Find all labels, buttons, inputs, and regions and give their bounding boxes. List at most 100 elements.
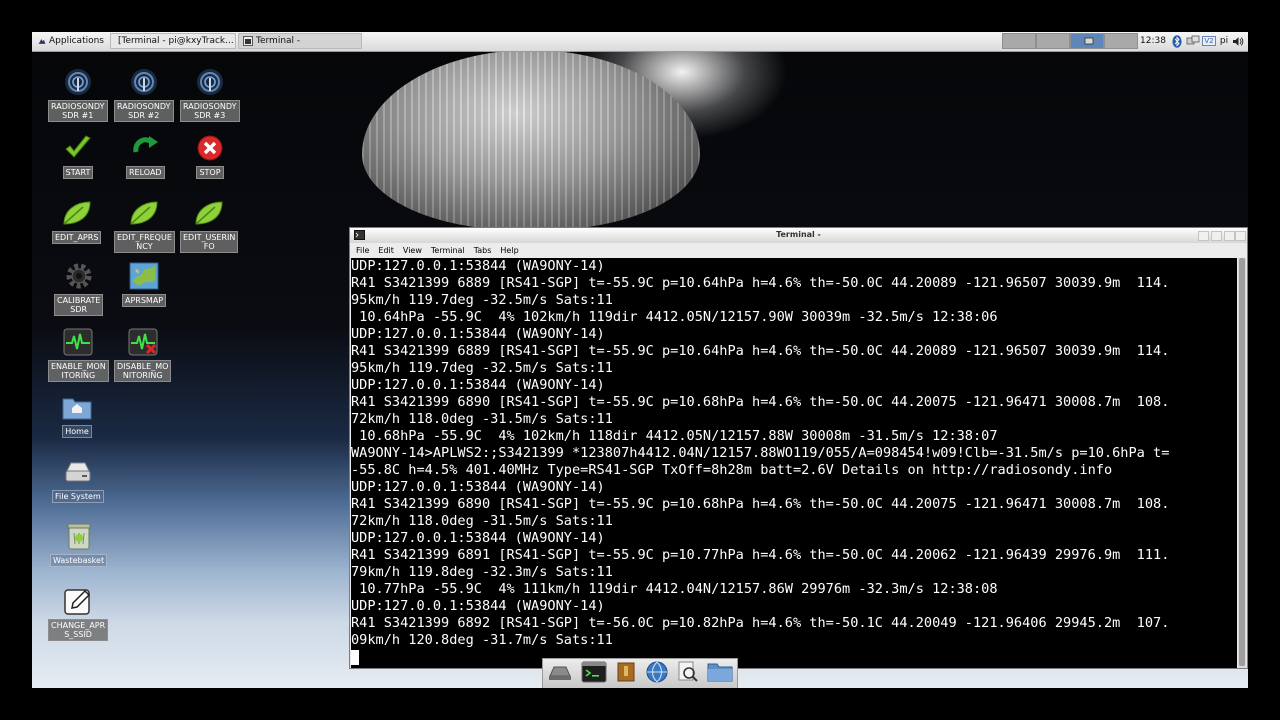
web-browser-icon[interactable] [645, 660, 669, 688]
wallpaper-balloon [362, 50, 700, 230]
desktop-icon-disable-monitoring[interactable]: DISABLE_MO NITORING [114, 326, 172, 382]
desktop-icon-change-aprs-ssid[interactable]: CHANGE_APR S_SSID [48, 585, 109, 641]
terminal-line: R41 S3421399 6891 [RS41-SGP] t=-55.9C p=… [351, 547, 1170, 563]
terminal-output[interactable]: UDP:127.0.0.1:53844 (WA9ONY-14) R41 S342… [351, 258, 1237, 668]
desktop-icon-label: EDIT_FREQUE NCY [114, 231, 175, 253]
desktop-icon-radiosondy-sdr-2[interactable]: RADIOSONDY SDR #2 [114, 66, 174, 122]
menu-help[interactable]: Help [500, 246, 518, 255]
stop-icon [193, 132, 227, 164]
network-icon[interactable] [1185, 34, 1201, 48]
desktop-icon-label: DISABLE_MO NITORING [114, 360, 172, 382]
menu-tabs[interactable]: Tabs [474, 246, 492, 255]
terminal-titlebar[interactable]: Terminal - [350, 228, 1247, 244]
terminal-title: Terminal - [776, 230, 821, 239]
desktop-icon-stop[interactable]: STOP [193, 132, 227, 179]
desktop-icon-enable-monitoring[interactable]: ENABLE_MON ITORING [48, 326, 109, 382]
terminal-line: R41 S3421399 6889 [RS41-SGP] t=-55.9C p=… [351, 275, 1170, 291]
taskbar-item-terminal-1[interactable]: [Terminal - pi@kxyTrack... [110, 33, 236, 49]
desktop-icon-label: RADIOSONDY SDR #1 [48, 100, 108, 122]
checkmark-icon [61, 132, 95, 164]
desktop-icon-edit-userinfo[interactable]: EDIT_USERIN FO [180, 197, 239, 253]
scrollbar-thumb[interactable] [1239, 258, 1245, 666]
terminal-line: R41 S3421399 6889 [RS41-SGP] t=-55.9C p=… [351, 343, 1170, 359]
user-label[interactable]: pi [1218, 34, 1230, 48]
clock[interactable]: 12:38 [1139, 34, 1167, 48]
desktop-icon-label: RADIOSONDY SDR #3 [180, 100, 240, 122]
v2-indicator[interactable]: V2 [1202, 34, 1216, 48]
applications-label: Applications [49, 36, 104, 46]
desktop-icon-radiosondy-sdr-1[interactable]: RADIOSONDY SDR #1 [48, 66, 108, 122]
terminal-prompt-line[interactable] [351, 649, 1237, 666]
taskbar-item-label: Terminal - [256, 36, 301, 46]
radio-antenna-icon [61, 66, 95, 98]
terminal-line: -55.8C h=4.5% 401.40MHz Type=RS41-SGP Tx… [351, 462, 1113, 478]
monitor-pulse-off-icon [126, 326, 160, 358]
workspace-4[interactable] [1104, 33, 1138, 49]
terminal-line: UDP:127.0.0.1:53844 (WA9ONY-14) [351, 479, 605, 495]
gear-icon [62, 260, 96, 292]
terminal-icon[interactable] [581, 661, 607, 687]
desktop-icon-label: APRSMAP [122, 294, 167, 307]
terminal-line: UDP:127.0.0.1:53844 (WA9ONY-14) [351, 377, 605, 393]
desktop-icon-label: CALIBRATE SDR [54, 294, 104, 316]
home-folder-icon [60, 391, 94, 423]
terminal-line: UDP:127.0.0.1:53844 (WA9ONY-14) [351, 326, 605, 342]
terminal-line: 10.64hPa -55.9C 4% 102km/h 119dir 4412.0… [351, 309, 998, 325]
pencil-icon [61, 585, 95, 617]
menu-file[interactable]: File [356, 246, 369, 255]
radio-antenna-icon [127, 66, 161, 98]
desktop-icon-label: RADIOSONDY SDR #2 [114, 100, 174, 122]
desktop-icon-file-system[interactable]: File System [52, 456, 104, 503]
terminal-line: R41 S3421399 6890 [RS41-SGP] t=-55.9C p=… [351, 496, 1170, 512]
desktop-icon-label: STOP [196, 166, 224, 179]
maximize-button[interactable] [1211, 231, 1222, 241]
file-manager-icon[interactable] [707, 661, 733, 687]
applications-menu[interactable]: Applications [34, 33, 108, 49]
search-icon[interactable] [677, 661, 699, 687]
drive-icon [61, 456, 95, 488]
terminal-line: 10.77hPa -55.9C 4% 111km/h 119dir 4412.0… [351, 581, 998, 597]
desktop-icon-radiosondy-sdr-3[interactable]: RADIOSONDY SDR #3 [180, 66, 240, 122]
desktop-icon-wastebasket[interactable]: Wastebasket [50, 520, 108, 567]
desktop-icon-reload[interactable]: RELOAD [126, 132, 165, 179]
taskbar-item-terminal-2[interactable]: Terminal - [238, 33, 362, 49]
archive-icon[interactable] [615, 661, 637, 687]
menu-terminal[interactable]: Terminal [431, 246, 465, 255]
desktop-icon-label: START [62, 166, 94, 179]
menu-view[interactable]: View [403, 246, 422, 255]
desktop-icon-home[interactable]: Home [60, 391, 94, 438]
terminal-line: WA9ONY-14>APLWS2:;S3421399 *123807h4412.… [351, 445, 1170, 461]
close-button[interactable] [1235, 231, 1246, 241]
edit-leaf-icon [127, 197, 161, 229]
terminal-line: R41 S3421399 6890 [RS41-SGP] t=-55.9C p=… [351, 394, 1170, 410]
workspace-3[interactable] [1070, 33, 1104, 49]
desktop-icon-edit-frequency[interactable]: EDIT_FREQUE NCY [114, 197, 175, 253]
terminal-line: 95km/h 119.7deg -32.5m/s Sats:11 [351, 360, 613, 376]
show-desktop-icon[interactable] [547, 661, 573, 687]
desktop-icon-edit-aprs[interactable]: EDIT_APRS [52, 197, 102, 244]
bluetooth-icon[interactable] [1170, 34, 1184, 48]
terminal-line: 72km/h 118.0deg -31.5m/s Sats:11 [351, 513, 613, 529]
workspace-1[interactable] [1002, 33, 1036, 49]
desktop-icon-label: EDIT_USERIN FO [180, 231, 239, 253]
terminal-line: R41 S3421399 6892 [RS41-SGP] t=-56.0C p=… [351, 615, 1170, 631]
terminal-scrollbar[interactable] [1238, 258, 1246, 668]
terminal-window[interactable]: Terminal - File Edit View Terminal Tabs … [349, 227, 1248, 669]
terminal-line: 95km/h 119.7deg -32.5m/s Sats:11 [351, 292, 613, 308]
volume-icon[interactable] [1231, 34, 1245, 48]
menu-edit[interactable]: Edit [378, 246, 394, 255]
terminal-line: 10.68hPa -55.9C 4% 102km/h 118dir 4412.0… [351, 428, 998, 444]
workspace-2[interactable] [1036, 33, 1070, 49]
terminal-cursor [351, 650, 359, 665]
desktop-icon-aprsmap[interactable]: APRSMAP [122, 260, 167, 307]
terminal-window-icon [243, 36, 253, 46]
trash-icon [62, 520, 96, 552]
desktop-icon-start[interactable]: START [61, 132, 95, 179]
desktop-icon-calibrate-sdr[interactable]: CALIBRATE SDR [54, 260, 104, 316]
terminal-line: UDP:127.0.0.1:53844 (WA9ONY-14) [351, 530, 605, 546]
restore-button[interactable] [1224, 231, 1235, 241]
minimize-button[interactable] [1198, 231, 1209, 241]
top-panel: Applications [Terminal - pi@kxyTrack... … [32, 32, 1248, 52]
terminal-line: 09km/h 120.8deg -31.7m/s Sats:11 [351, 632, 613, 648]
terminal-line: UDP:127.0.0.1:53844 (WA9ONY-14) [351, 258, 605, 274]
